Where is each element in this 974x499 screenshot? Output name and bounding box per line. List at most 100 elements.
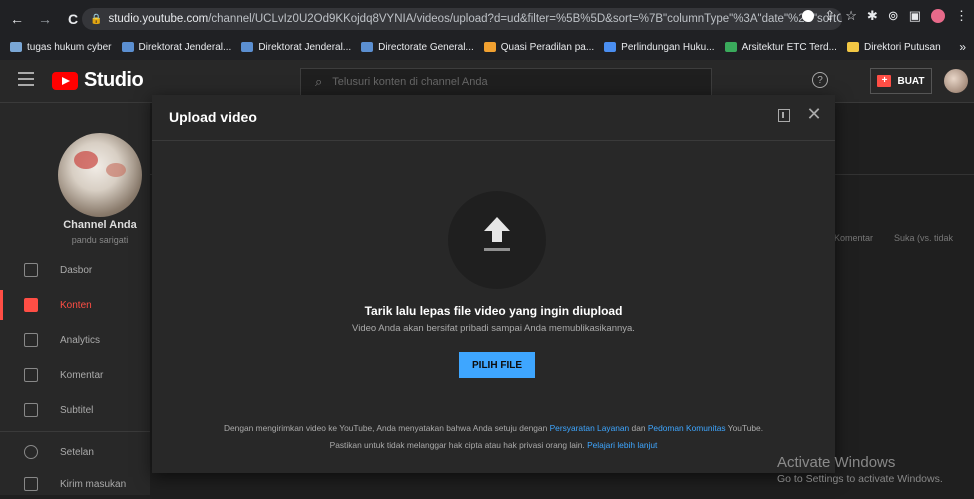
sidebar-item-label: Komentar xyxy=(60,369,104,381)
sidebar-item-label: Kirim masukan xyxy=(60,478,127,490)
bookmark-item[interactable]: Quasi Peradilan pa... xyxy=(483,41,595,53)
bookmark-favicon-icon xyxy=(724,42,737,52)
comments-icon xyxy=(24,368,38,382)
url-host: studio.youtube.com xyxy=(108,13,209,25)
sidepanel-icon[interactable]: ▣ xyxy=(909,8,921,24)
forward-arrow-icon[interactable]: → xyxy=(34,8,56,30)
upload-arrow-stem xyxy=(492,230,502,242)
feedback-flag-icon[interactable] xyxy=(778,109,790,122)
upload-arrow-icon xyxy=(484,217,510,231)
column-likes: Suka (vs. tidak xyxy=(894,233,954,243)
terms-conjunction: dan xyxy=(631,423,646,433)
bookmark-label: Direktori Putusan xyxy=(863,41,941,53)
bookmark-item[interactable]: Direktorat Jenderal... xyxy=(121,41,232,53)
bookmark-favicon-icon xyxy=(121,42,134,52)
upload-base-line xyxy=(484,248,510,251)
share-icon[interactable]: ⇪ xyxy=(824,8,835,24)
google-icon[interactable] xyxy=(802,10,815,22)
analytics-icon xyxy=(24,333,38,347)
sidebar-item-subtitles[interactable]: Subtitel xyxy=(0,395,150,425)
terms-text: Dengan mengirimkan video ke YouTube, And… xyxy=(152,423,835,433)
extensions-icon[interactable]: ✱ xyxy=(867,8,878,24)
terms-suffix: YouTube. xyxy=(727,423,764,433)
bookmark-star-icon[interactable]: ☆ xyxy=(845,8,857,24)
sidebar-item-label: Dasbor xyxy=(60,264,93,276)
drop-instruction: Tarik lalu lepas file video yang ingin d… xyxy=(364,304,623,318)
sidebar: Channel Anda pandu sarigati Dasbor Konte… xyxy=(0,103,150,495)
url-path: /channel/UCLvIz0U2Od9KKojdq8VYNIA/videos… xyxy=(208,13,842,25)
bookmark-favicon-icon xyxy=(846,42,859,52)
search-placeholder: Telusuri konten di channel Anda xyxy=(332,76,488,88)
browser-nav-row: ← → C 🔒 studio.youtube.com /channel/UCLv… xyxy=(0,6,974,32)
reload-icon[interactable]: C xyxy=(62,8,84,30)
back-arrow-icon[interactable]: ← xyxy=(6,8,28,30)
community-guidelines-link[interactable]: Pedoman Komunitas xyxy=(648,423,726,433)
profile-icon[interactable] xyxy=(931,9,945,23)
studio-logo-text: Studio xyxy=(84,69,144,91)
search-icon: ⌕ xyxy=(315,74,323,89)
menu-icon[interactable] xyxy=(18,72,34,86)
bookmark-label: Direktorat Jenderal... xyxy=(138,41,232,53)
close-icon[interactable]: ✕ xyxy=(806,105,822,123)
bookmark-item[interactable]: Directorate General... xyxy=(361,42,474,53)
dialog-title: Upload video xyxy=(169,109,257,125)
bookmark-item[interactable]: tugas hukum cyber xyxy=(10,42,112,53)
sidebar-item-label: Konten xyxy=(60,299,92,311)
bookmark-favicon-icon xyxy=(483,42,496,52)
sidebar-item-label: Setelan xyxy=(60,446,94,458)
youtube-logo-icon xyxy=(52,71,78,90)
sidebar-item-label: Subtitel xyxy=(60,404,94,416)
dashboard-icon xyxy=(24,263,38,277)
select-files-button[interactable]: PILIH FILE xyxy=(459,352,535,378)
privacy-note: Video Anda akan bersifat pribadi sampai … xyxy=(352,323,635,334)
menu-dots-icon[interactable]: ⋮ xyxy=(955,8,968,24)
studio-logo[interactable]: Studio xyxy=(52,69,144,92)
bookmark-label: Arsitektur ETC Terd... xyxy=(741,41,837,53)
sidebar-item-analytics[interactable]: Analytics xyxy=(0,325,150,355)
column-comments: Komentar xyxy=(834,233,874,243)
lock-icon: 🔒 xyxy=(90,13,103,25)
bookmark-label: Directorate General... xyxy=(378,41,474,53)
create-button[interactable]: + BUAT xyxy=(870,68,932,94)
sidebar-item-content[interactable]: Konten xyxy=(0,290,150,320)
terms-prefix: Dengan mengirimkan video ke YouTube, And… xyxy=(223,423,548,433)
sidebar-item-settings[interactable]: Setelan xyxy=(0,437,150,467)
feedback-icon xyxy=(24,477,38,491)
address-bar[interactable]: 🔒 studio.youtube.com /channel/UCLvIz0U2O… xyxy=(82,8,842,30)
gear-icon xyxy=(24,445,38,459)
bookmark-label: tugas hukum cyber xyxy=(27,41,112,53)
create-label: BUAT xyxy=(897,75,925,87)
content-icon xyxy=(24,298,38,312)
bookmark-item[interactable]: Direktorat Jenderal... xyxy=(241,42,351,53)
bookmark-favicon-icon xyxy=(604,42,617,52)
bookmark-item[interactable]: Arsitektur ETC Terd... xyxy=(724,41,837,53)
bookmark-item[interactable]: Perlindungan Huku... xyxy=(604,41,715,53)
learn-more-link[interactable]: Pelajari lebih lanjut xyxy=(587,440,657,450)
bookmark-favicon-icon xyxy=(10,42,22,52)
help-icon[interactable]: ? xyxy=(812,72,828,88)
bookmark-favicon-icon xyxy=(361,42,374,52)
bookmark-label: Quasi Peradilan pa... xyxy=(500,41,595,53)
upload-dialog: Upload video ✕ Tarik lalu lepas file vid… xyxy=(152,95,835,473)
upload-drop-zone[interactable] xyxy=(448,191,546,289)
extension-icon[interactable]: ⊚ xyxy=(888,8,899,24)
sidebar-item-dashboard[interactable]: Dasbor xyxy=(0,255,150,285)
create-plus-icon: + xyxy=(877,75,892,87)
search-input[interactable]: ⌕ Telusuri konten di channel Anda xyxy=(300,68,712,96)
bookmark-label: Perlindungan Huku... xyxy=(621,41,715,53)
watermark-title: Activate Windows xyxy=(777,454,896,471)
channel-avatar[interactable] xyxy=(58,133,142,217)
watermark-subtitle: Go to Settings to activate Windows. xyxy=(777,473,943,485)
subtitles-icon xyxy=(24,403,38,417)
bookmark-item[interactable]: Direktori Putusan xyxy=(846,41,941,53)
terms-of-service-link[interactable]: Persyaratan Layanan xyxy=(550,423,630,433)
sidebar-item-comments[interactable]: Komentar xyxy=(0,360,150,390)
copyright-note: Pastikan untuk tidak melanggar hak cipta… xyxy=(329,440,585,450)
dialog-header: Upload video ✕ xyxy=(152,95,835,141)
sidebar-divider xyxy=(0,431,150,432)
bookmarks-overflow-icon[interactable]: » xyxy=(959,40,966,54)
bookmarks-bar: tugas hukum cyber Direktorat Jenderal... D… xyxy=(0,36,974,58)
sidebar-item-label: Analytics xyxy=(60,334,101,346)
toolbar-icons: ⇪ ☆ ✱ ⊚ ▣ ⋮ xyxy=(802,8,974,24)
account-avatar[interactable] xyxy=(944,69,968,93)
